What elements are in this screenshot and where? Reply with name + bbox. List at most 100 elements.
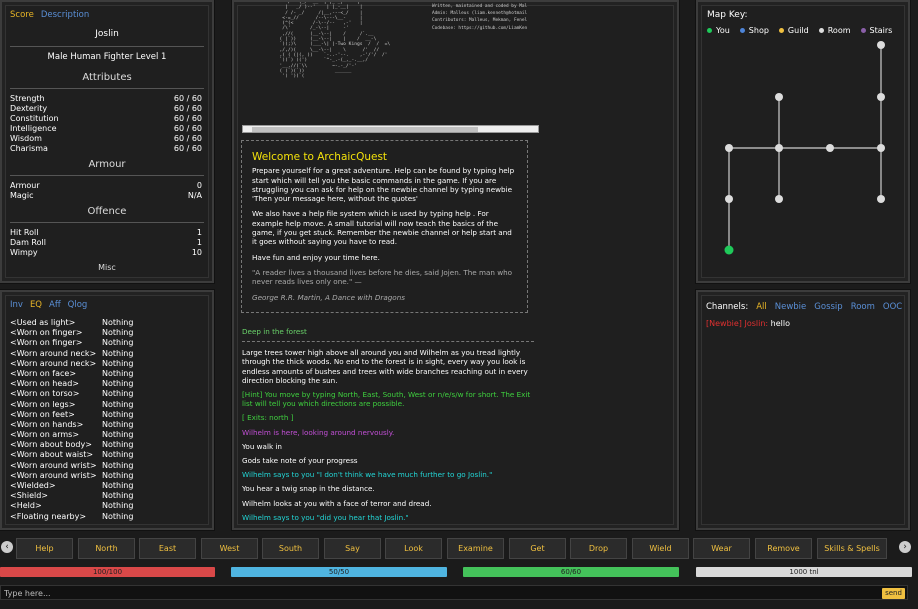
equipment-slot: <Worn on feet>	[10, 409, 75, 419]
map-room-node	[775, 93, 783, 101]
command-button-south[interactable]: South	[262, 538, 319, 559]
equipment-row: <Worn about body> Nothing	[10, 440, 140, 450]
experience-bar: 1000 tnl	[696, 567, 912, 577]
tab-channel-all[interactable]: All	[756, 302, 767, 312]
command-button-wear[interactable]: Wear	[693, 538, 750, 559]
equipment-item: Nothing	[102, 491, 134, 501]
command-button-wield[interactable]: Wield	[632, 538, 689, 559]
command-button-look[interactable]: Look	[385, 538, 442, 559]
divider	[10, 222, 204, 223]
equipment-item: Nothing	[102, 501, 134, 511]
tab-aff[interactable]: Aff	[49, 300, 61, 310]
command-input[interactable]	[4, 587, 874, 599]
attributes-heading: Attributes	[82, 72, 132, 83]
tab-channel-room[interactable]: Room	[851, 302, 875, 312]
equipment-slot: <Used as light>	[10, 318, 76, 327]
score-panel: Score Description Joslin Male Human Figh…	[0, 0, 215, 284]
room-map[interactable]	[698, 2, 910, 283]
horizontal-scrollbar[interactable]	[242, 125, 539, 133]
equipment-row: <Worn on arms> Nothing	[10, 430, 140, 440]
divider	[10, 175, 204, 176]
offence-row: Hit Roll 1	[10, 228, 202, 237]
attr-row: Intelligence 60 / 60	[10, 124, 202, 133]
equipment-slot: <Worn on finger>	[10, 328, 83, 338]
tab-qlog[interactable]: Qlog	[68, 300, 88, 310]
armour-heading: Armour	[88, 159, 126, 170]
tab-eq[interactable]: EQ	[30, 300, 42, 310]
armour-row: Armour 0	[10, 181, 202, 190]
equipment-slot: <Worn on face>	[10, 368, 77, 378]
offence-row: Dam Roll 1	[10, 238, 202, 247]
tab-description[interactable]: Description	[41, 10, 89, 20]
send-button[interactable]: send	[882, 588, 905, 599]
equipment-slot: <Worn on legs>	[10, 399, 76, 409]
command-button-remove[interactable]: Remove	[755, 538, 812, 559]
welcome-box: Welcome to ArchaicQuest Prepare yourself…	[241, 140, 528, 313]
divider	[242, 341, 534, 343]
map-room-node	[877, 41, 885, 49]
equipment-slot: <Shield>	[10, 491, 48, 501]
command-button-examine[interactable]: Examine	[447, 538, 504, 559]
character-description: Male Human Fighter Level 1	[47, 52, 167, 62]
equipment-item: Nothing	[102, 338, 134, 348]
equipment-item: Nothing	[102, 419, 134, 429]
equipment-row: <Wielded> Nothing	[10, 481, 140, 491]
channel-text: hello	[770, 319, 790, 328]
equipment-item: Nothing	[102, 399, 134, 409]
equipment-item: Nothing	[102, 481, 134, 490]
attr-row: Dexterity 60 / 60	[10, 104, 202, 113]
equipment-item: Nothing	[102, 358, 134, 368]
map-room-node	[877, 195, 885, 203]
mana-bar: 50/50	[231, 567, 447, 577]
equipment-row: <Worn around neck> Nothing	[10, 359, 140, 369]
welcome-quote: "A reader lives a thousand lives before …	[252, 267, 513, 287]
equipment-row: <Worn on finger> Nothing	[10, 338, 140, 348]
scroll-right-icon[interactable]: ›	[899, 541, 911, 553]
command-button-west[interactable]: West	[201, 538, 258, 559]
divider	[10, 88, 204, 89]
equipment-slot: <Worn around wrist>	[10, 470, 97, 480]
equipment-item: Nothing	[102, 379, 134, 389]
main-output-panel: /' (_/ __ | |_-_| | | _/ )--' | |_-__| |…	[231, 0, 680, 531]
hint-text: [Hint] You move by typing North, East, S…	[242, 390, 531, 409]
command-button-north[interactable]: North	[78, 538, 135, 559]
equipment-item: Nothing	[102, 470, 134, 480]
command-button-skills-spells[interactable]: Skills & Spells	[817, 538, 887, 559]
command-button-east[interactable]: East	[139, 538, 196, 559]
scrollbar-thumb[interactable]	[252, 127, 478, 132]
equipment-row: <Worn on face> Nothing	[10, 369, 140, 379]
command-button-get[interactable]: Get	[509, 538, 566, 559]
equipment-row: <Worn on finger> Nothing	[10, 328, 140, 338]
tab-inv[interactable]: Inv	[10, 300, 23, 310]
output-line: Wilhelm looks at you with a face of terr…	[242, 498, 432, 508]
welcome-title: Welcome to ArchaicQuest	[252, 151, 388, 163]
divider	[10, 46, 204, 47]
equipment-row: <Worn on head> Nothing	[10, 379, 140, 389]
equipment-item: Nothing	[102, 328, 134, 338]
map-room-node	[877, 144, 885, 152]
tab-channel-newbie[interactable]: Newbie	[775, 302, 807, 312]
scroll-left-icon[interactable]: ‹	[1, 541, 13, 553]
equipment-item: Nothing	[102, 430, 134, 440]
map-room-node	[725, 195, 733, 203]
attr-row: Constitution 60 / 60	[10, 114, 202, 123]
command-button-help[interactable]: Help	[16, 538, 73, 559]
map-room-node	[877, 93, 885, 101]
tab-channel-gossip[interactable]: Gossip	[814, 302, 842, 312]
output-line: You hear a twig snap in the distance.	[242, 484, 375, 494]
output-line: You walk in	[242, 441, 282, 451]
ascii-art: /' (_/ __ | |_-_| | | _/ )--' | |_-__| |…	[279, 0, 391, 80]
equipment-slot: <Worn on hands>	[10, 419, 84, 429]
character-name: Joslin	[95, 29, 119, 39]
equipment-tabs: Inv EQ Aff Qlog	[10, 300, 87, 310]
equipment-slot: <Worn on arms>	[10, 430, 80, 440]
equipment-slot: <Floating nearby>	[10, 511, 87, 521]
tab-channel-ooc[interactable]: OOC	[883, 302, 902, 312]
offence-row: Wimpy 10	[10, 248, 202, 257]
command-button-drop[interactable]: Drop	[570, 538, 627, 559]
command-button-say[interactable]: Say	[324, 538, 381, 559]
equipment-row: <Floating nearby> Nothing	[10, 512, 140, 522]
map-room-node	[775, 195, 783, 203]
armour-row: Magic N/A	[10, 191, 202, 200]
tab-score[interactable]: Score	[10, 10, 34, 20]
